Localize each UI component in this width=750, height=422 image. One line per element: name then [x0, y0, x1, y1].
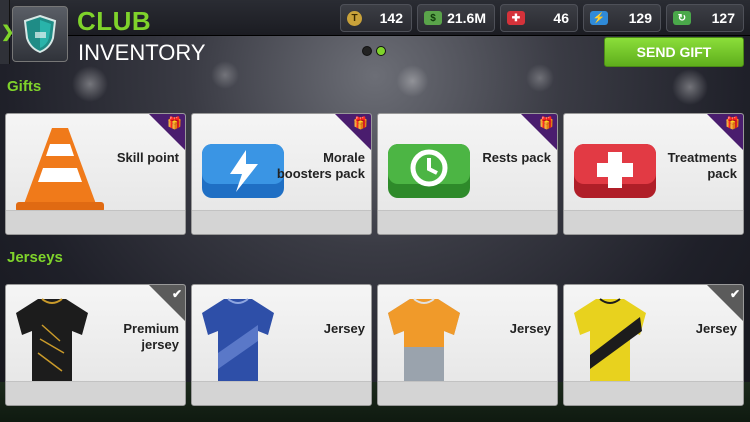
item-label: Skill point — [116, 150, 179, 165]
checkmark-icon: ✔ — [171, 287, 182, 301]
gift-icon: 🎁 — [725, 116, 740, 130]
item-label: Jersey — [509, 321, 551, 336]
currency-value: 127 — [711, 10, 735, 26]
back-button[interactable]: ❯ — [0, 0, 14, 64]
jersey-yellow-icon — [574, 298, 646, 385]
send-gift-button[interactable]: SEND GIFT — [604, 37, 744, 67]
page-dot[interactable] — [362, 46, 372, 56]
jersey-card-yellow[interactable]: Jersey ✔ — [563, 284, 744, 406]
item-label: Premium jersey — [123, 321, 179, 352]
cash-icon: $ — [424, 11, 442, 25]
jersey-card-blue[interactable]: Jersey — [191, 284, 372, 406]
card-footer — [564, 210, 743, 234]
card-footer — [192, 381, 371, 405]
token-icon: T — [347, 10, 362, 26]
gift-icon: 🎁 — [353, 116, 368, 130]
section-title-jerseys: Jerseys — [7, 249, 63, 266]
currency-treatments[interactable]: ✚ 46 — [500, 4, 578, 32]
energy-icon: ⚡ — [590, 11, 608, 25]
item-label: Treatments pack — [667, 150, 737, 181]
card-footer — [564, 381, 743, 405]
currency-bar: T 142 $ 21.6M ✚ 46 ⚡ 129 ↻ 127 — [340, 4, 744, 32]
clock-icon — [388, 144, 470, 198]
card-footer — [192, 210, 371, 234]
card-footer — [6, 381, 185, 405]
jersey-orange-icon — [388, 298, 460, 385]
card-footer — [6, 210, 185, 234]
item-label: Jersey — [695, 321, 737, 336]
jersey-blue-icon — [202, 298, 274, 385]
rest-icon: ↻ — [673, 11, 691, 25]
gift-icon: 🎁 — [539, 116, 554, 130]
item-label: Rests pack — [482, 150, 551, 165]
currency-value: 21.6M — [447, 10, 486, 26]
currency-value: 129 — [628, 10, 652, 26]
section-title-gifts: Gifts — [7, 78, 42, 95]
gift-card-rests[interactable]: Rests pack 🎁 — [377, 113, 558, 235]
club-badge[interactable] — [12, 6, 68, 62]
shield-icon — [23, 14, 57, 54]
gift-card-skill-point[interactable]: Skill point 🎁 — [5, 113, 186, 235]
page-dot-active[interactable] — [376, 46, 386, 56]
card-footer — [378, 381, 557, 405]
jersey-card-orange[interactable]: Jersey — [377, 284, 558, 406]
checkmark-icon: ✔ — [729, 287, 740, 301]
page-title: CLUB — [77, 6, 152, 36]
cross-icon — [574, 144, 656, 198]
currency-value: 46 — [553, 10, 569, 26]
cone-icon — [16, 128, 104, 212]
card-footer — [378, 210, 557, 234]
page-indicator — [362, 46, 386, 56]
item-label: Morale boosters pack — [276, 150, 365, 181]
lightning-icon — [202, 144, 284, 198]
currency-energy[interactable]: ⚡ 129 — [583, 4, 661, 32]
jersey-card-premium[interactable]: Premium jersey ✔ — [5, 284, 186, 406]
gift-icon: 🎁 — [167, 116, 182, 130]
treatment-icon: ✚ — [507, 11, 525, 25]
gift-card-morale[interactable]: Morale boosters pack 🎁 — [191, 113, 372, 235]
currency-cash[interactable]: $ 21.6M — [417, 4, 495, 32]
item-label: Jersey — [323, 321, 365, 336]
currency-rests[interactable]: ↻ 127 — [666, 4, 744, 32]
currency-value: 142 — [379, 10, 403, 26]
page-subtitle: INVENTORY — [78, 40, 206, 65]
stadium-background — [0, 60, 750, 120]
currency-tokens[interactable]: T 142 — [340, 4, 412, 32]
gift-card-treatments[interactable]: Treatments pack 🎁 — [563, 113, 744, 235]
jersey-black-icon — [16, 298, 88, 385]
